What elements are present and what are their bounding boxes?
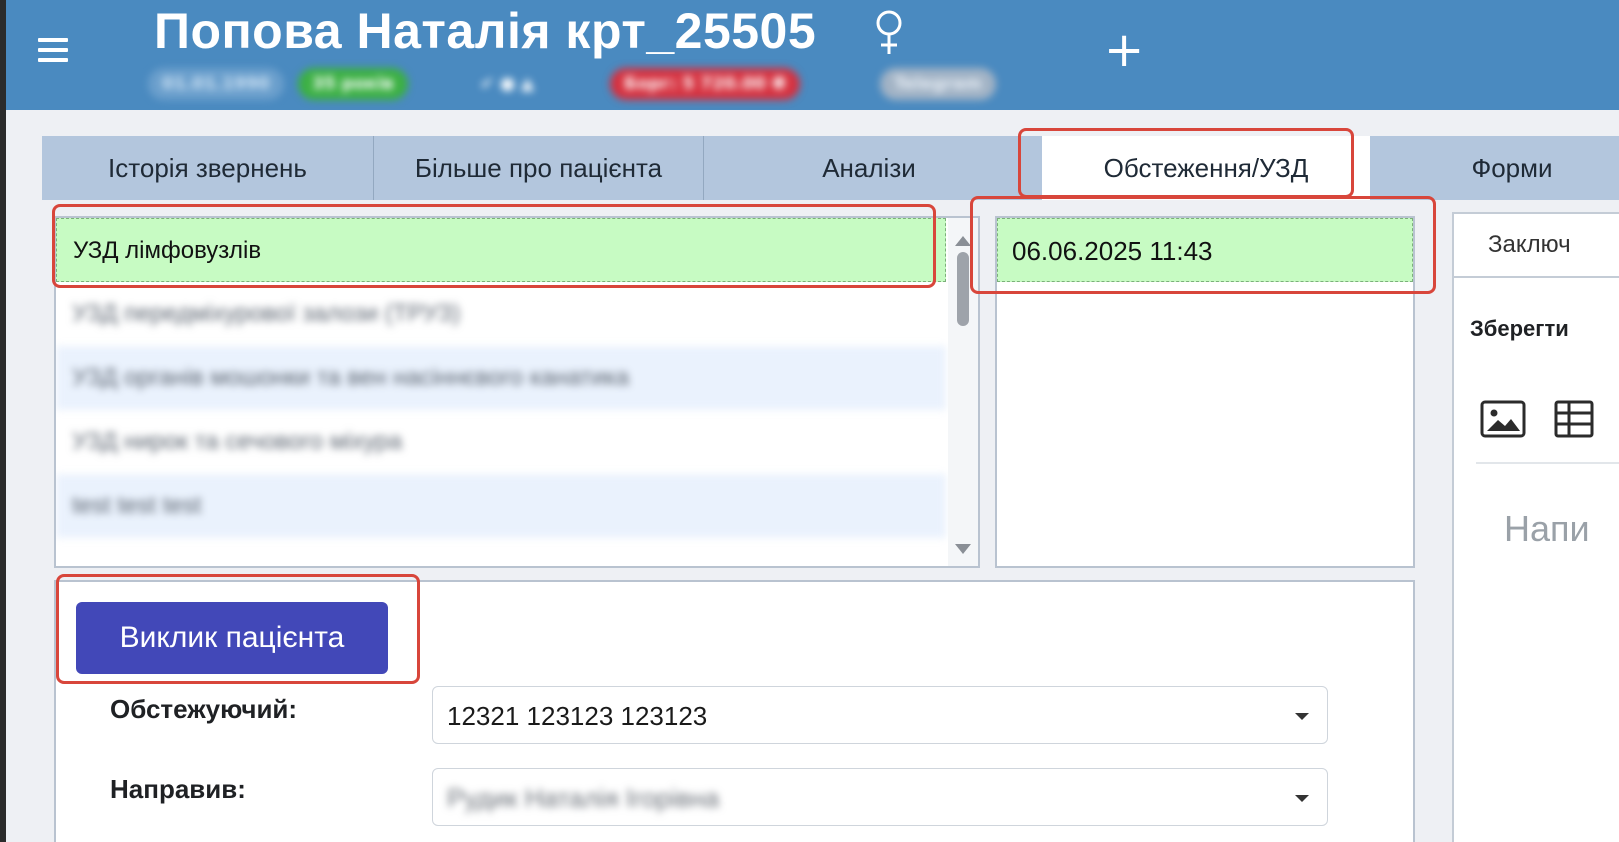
- scrollbar-thumb[interactable]: [957, 252, 969, 326]
- conclusion-panel: Заключ Зберегти Напи: [1452, 212, 1619, 842]
- telegram-badge[interactable]: Telegram: [880, 68, 996, 100]
- examiner-label: Обстежуючий:: [110, 694, 298, 724]
- header: Попова Наталія крт_25505 + 01.01.1990 35…: [6, 0, 1619, 110]
- list-item[interactable]: УЗД передміхурової залози (ТРУЗ): [56, 282, 946, 346]
- debt-badge: Борг: 5 720.00 ₴: [610, 68, 801, 100]
- tab-forms[interactable]: Форми: [1387, 136, 1619, 200]
- date-of-birth-badge: 01.01.1990: [148, 68, 284, 100]
- tab-analyses[interactable]: Аналізи: [704, 136, 1034, 200]
- patient-status-row: 01.01.1990 35 років ✔ ● ▲ Борг: 5 720.00…: [128, 60, 1088, 108]
- list-item[interactable]: УЗД лімфовузлів: [56, 218, 946, 282]
- examiner-value: 12321 123123 123123: [447, 701, 708, 731]
- toolbar-divider: [1476, 462, 1619, 464]
- chevron-down-icon: [1295, 795, 1309, 802]
- call-patient-button[interactable]: Виклик пацієнта: [76, 602, 388, 674]
- patient-title: Попова Наталія крт_25505: [154, 3, 817, 59]
- examination-date-list: 06.06.2025 11:43: [995, 216, 1415, 568]
- add-tab-button[interactable]: +: [1104, 26, 1144, 74]
- tab-more-about-patient[interactable]: Більше про пацієнта: [374, 136, 704, 200]
- female-gender-icon: [876, 10, 902, 54]
- age-badge: 35 років: [298, 68, 408, 100]
- list-item[interactable]: УЗД органів мошонки та вен насіннєвого к…: [56, 346, 946, 410]
- insert-image-icon[interactable]: [1480, 400, 1526, 438]
- scroll-up-arrow-icon[interactable]: [955, 236, 971, 246]
- list-item[interactable]: УЗД нирок та сечового міхура: [56, 410, 946, 474]
- referrer-value: Рудик Наталія Ігорівна: [447, 783, 720, 813]
- list-item[interactable]: 06.06.2025 11:43: [997, 218, 1413, 282]
- tab-examinations-ultrasound[interactable]: Обстеження/УЗД: [1042, 136, 1370, 200]
- save-label[interactable]: Зберегти: [1470, 316, 1569, 342]
- tab-visit-history[interactable]: Історія звернень: [42, 136, 374, 200]
- insert-table-icon[interactable]: [1554, 400, 1594, 438]
- list-scrollbar[interactable]: [948, 218, 978, 566]
- examination-form: Виклик пацієнта Обстежуючий: 12321 12312…: [54, 580, 1415, 842]
- tab-conclusion[interactable]: Заключ: [1454, 212, 1619, 278]
- chevron-down-icon: [1295, 713, 1309, 720]
- editor-placeholder[interactable]: Напи: [1504, 508, 1590, 550]
- hamburger-menu-icon[interactable]: [38, 38, 70, 66]
- scroll-down-arrow-icon[interactable]: [955, 544, 971, 554]
- tab-content: УЗД лімфовузлів УЗД передміхурової залоз…: [42, 200, 1619, 842]
- status-icons: ✔ ● ▲: [480, 74, 534, 94]
- referrer-select[interactable]: Рудик Наталія Ігорівна: [432, 768, 1328, 826]
- app-window: Попова Наталія крт_25505 + 01.01.1990 35…: [6, 0, 1619, 842]
- referrer-label: Направив:: [110, 774, 246, 804]
- list-item[interactable]: test test test: [56, 474, 946, 538]
- examination-type-list: УЗД лімфовузлів УЗД передміхурової залоз…: [54, 216, 980, 568]
- main-tabs: Історія звернень Більше про пацієнта Ана…: [42, 136, 1619, 200]
- examiner-select[interactable]: 12321 123123 123123: [432, 686, 1328, 744]
